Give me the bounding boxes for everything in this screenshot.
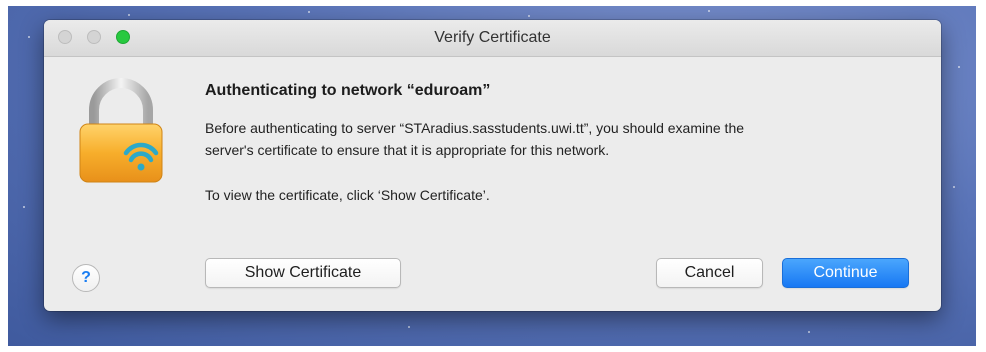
message-line-1: Before authenticating to server “STAradi… [205, 120, 745, 136]
star [308, 11, 310, 13]
verify-certificate-dialog: Verify Certificate Authenticating to net… [44, 20, 941, 311]
star [953, 186, 955, 188]
continue-button[interactable]: Continue [782, 258, 909, 288]
message-line-2: server's certificate to ensure that it i… [205, 142, 610, 158]
star [808, 331, 810, 333]
desktop-background: Verify Certificate Authenticating to net… [8, 6, 976, 346]
show-certificate-button[interactable]: Show Certificate [205, 258, 401, 288]
star [528, 15, 530, 17]
cancel-button[interactable]: Cancel [656, 258, 763, 288]
dialog-heading: Authenticating to network “eduroam” [205, 82, 491, 99]
star [708, 10, 710, 12]
star [28, 36, 30, 38]
title-bar: Verify Certificate [44, 20, 941, 57]
window-title: Verify Certificate [434, 29, 551, 46]
star [128, 14, 130, 16]
lock-wifi-icon [79, 78, 163, 183]
help-button[interactable]: ? [72, 264, 100, 292]
instruction-text: To view the certificate, click ‘Show Cer… [205, 187, 490, 203]
star [23, 206, 25, 208]
star [408, 326, 410, 328]
star [958, 66, 960, 68]
